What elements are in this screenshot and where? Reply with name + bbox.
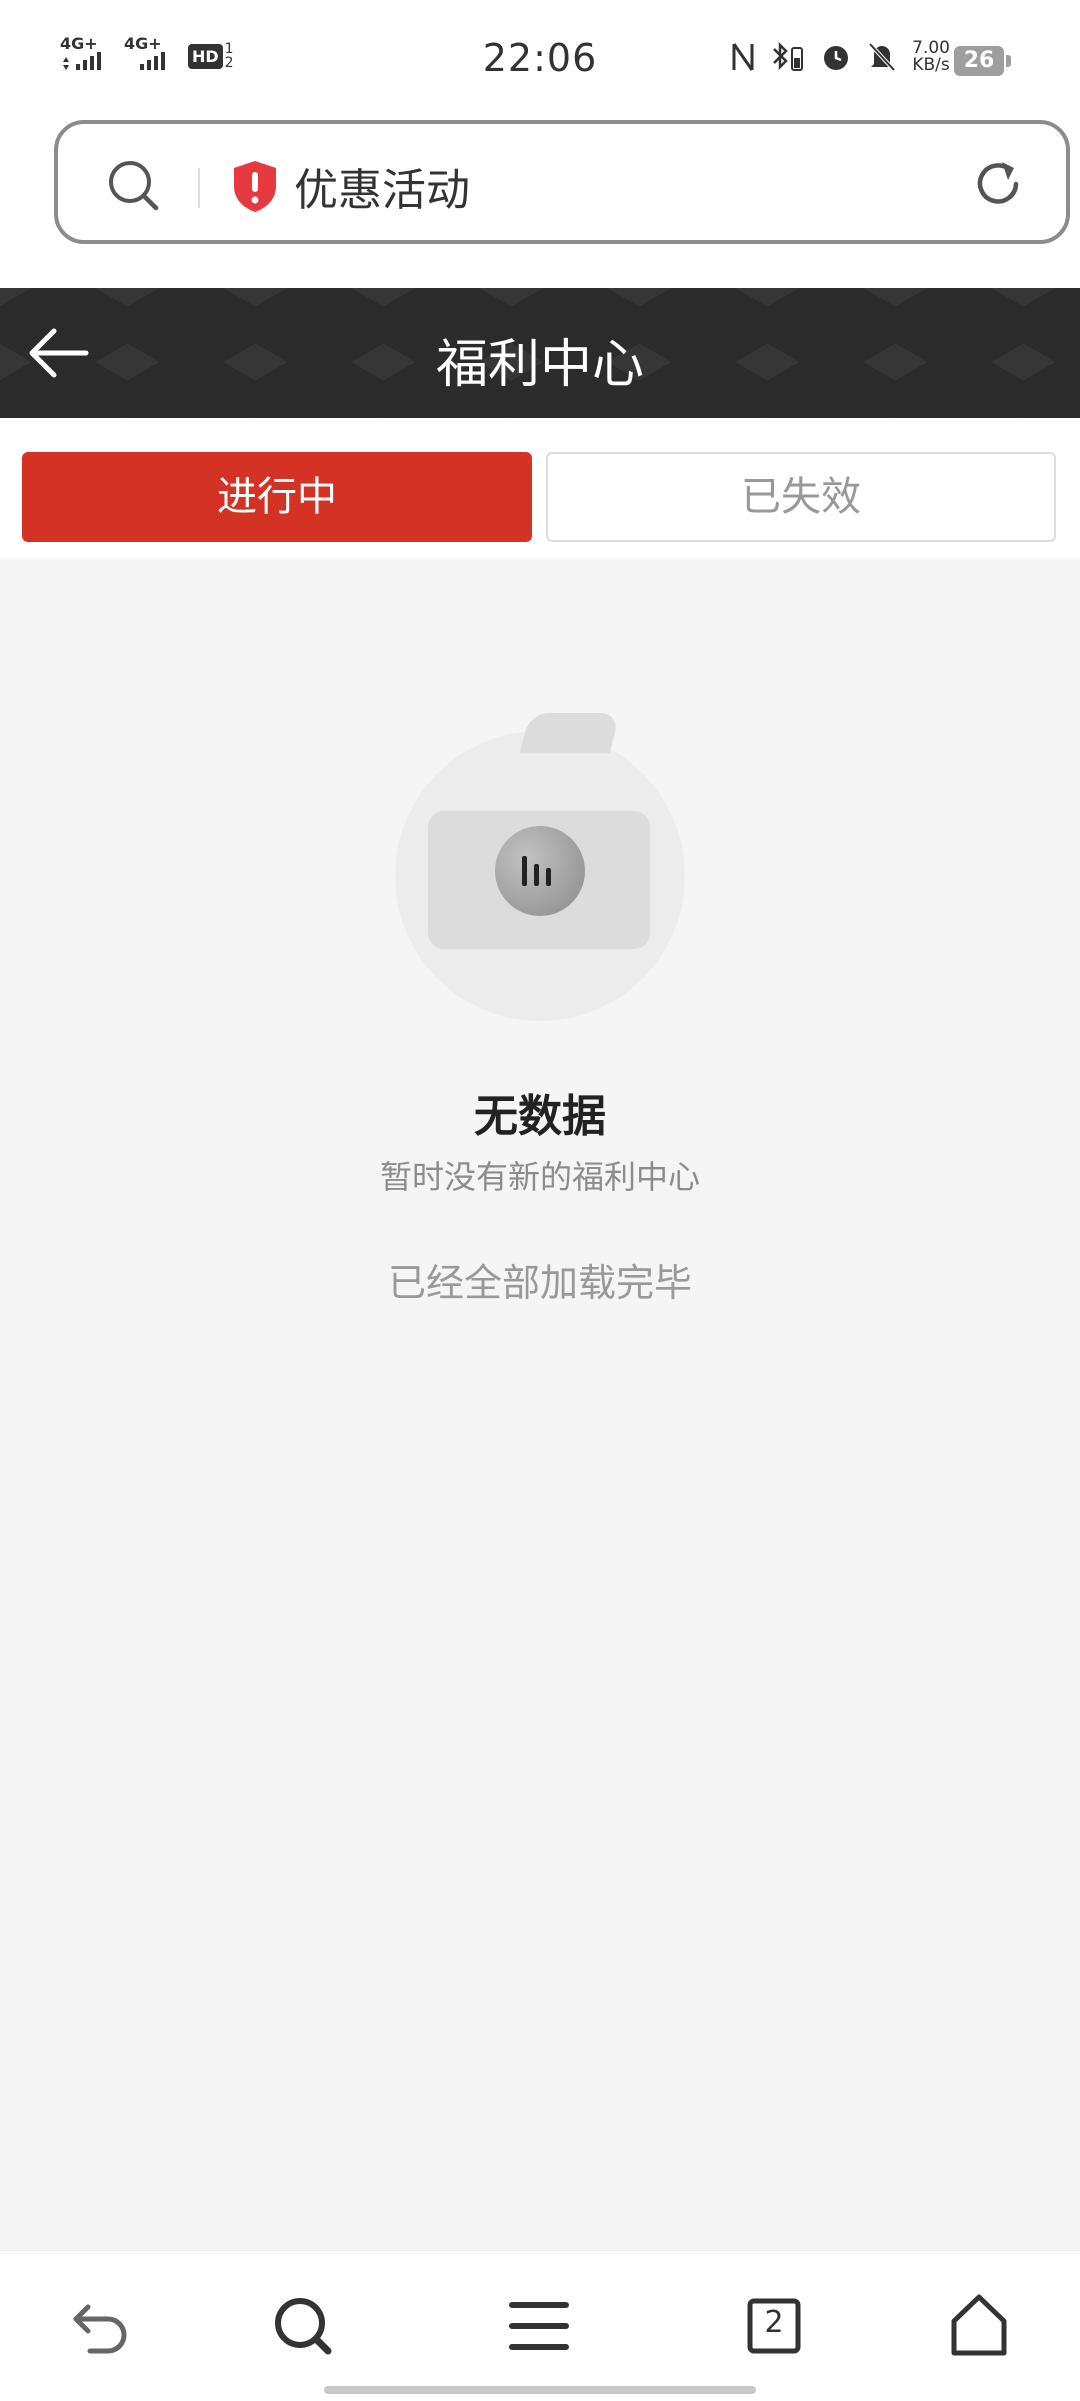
page-title: 福利中心 [435, 335, 644, 395]
all-loaded-text: 已经全部加载完毕 [387, 1261, 692, 1305]
bars-icon [522, 856, 551, 886]
page-header: 福利中心 [0, 288, 1080, 418]
address-title: 优惠活动 [294, 165, 470, 216]
bottom-nav: 2 [0, 2250, 1080, 2401]
refresh-icon[interactable] [970, 156, 1026, 212]
battery-indicator: 26 [954, 46, 1011, 76]
search-icon[interactable] [268, 2291, 338, 2361]
empty-card-tab [519, 713, 621, 753]
empty-illustration [395, 713, 685, 1021]
browser-toolbar: 优惠活动 [0, 120, 1080, 288]
address-bar[interactable]: 优惠活动 [54, 120, 1070, 244]
mute-icon [868, 42, 896, 72]
divider [198, 168, 200, 208]
alarm-icon [824, 46, 849, 70]
home-icon[interactable] [944, 2291, 1014, 2361]
nfc-icon [732, 43, 754, 71]
back-icon[interactable] [66, 2291, 136, 2361]
tab-expired[interactable]: 已失效 [546, 452, 1056, 542]
search-icon[interactable] [106, 158, 162, 214]
net-speed: 7.00 KB/s [912, 38, 950, 75]
tab-count: 2 [764, 2305, 784, 2340]
bluetooth-icon [773, 41, 804, 71]
tabs-icon[interactable]: 2 [740, 2291, 810, 2361]
menu-icon[interactable] [504, 2291, 574, 2361]
home-indicator[interactable] [324, 2386, 756, 2394]
empty-disc-icon [495, 826, 585, 916]
status-bar: 4G+ 4G+ HD 12 22:06 7.00 KB/s 26 [0, 0, 1080, 120]
status-icons: 7.00 KB/s [730, 40, 950, 74]
security-shield-icon [234, 161, 276, 212]
empty-title: 无数据 [474, 1091, 606, 1142]
tab-active[interactable]: 进行中 [22, 452, 532, 542]
empty-subtitle: 暂时没有新的福利中心 [379, 1158, 700, 1196]
tab-bar: 进行中 已失效 [0, 418, 1080, 558]
